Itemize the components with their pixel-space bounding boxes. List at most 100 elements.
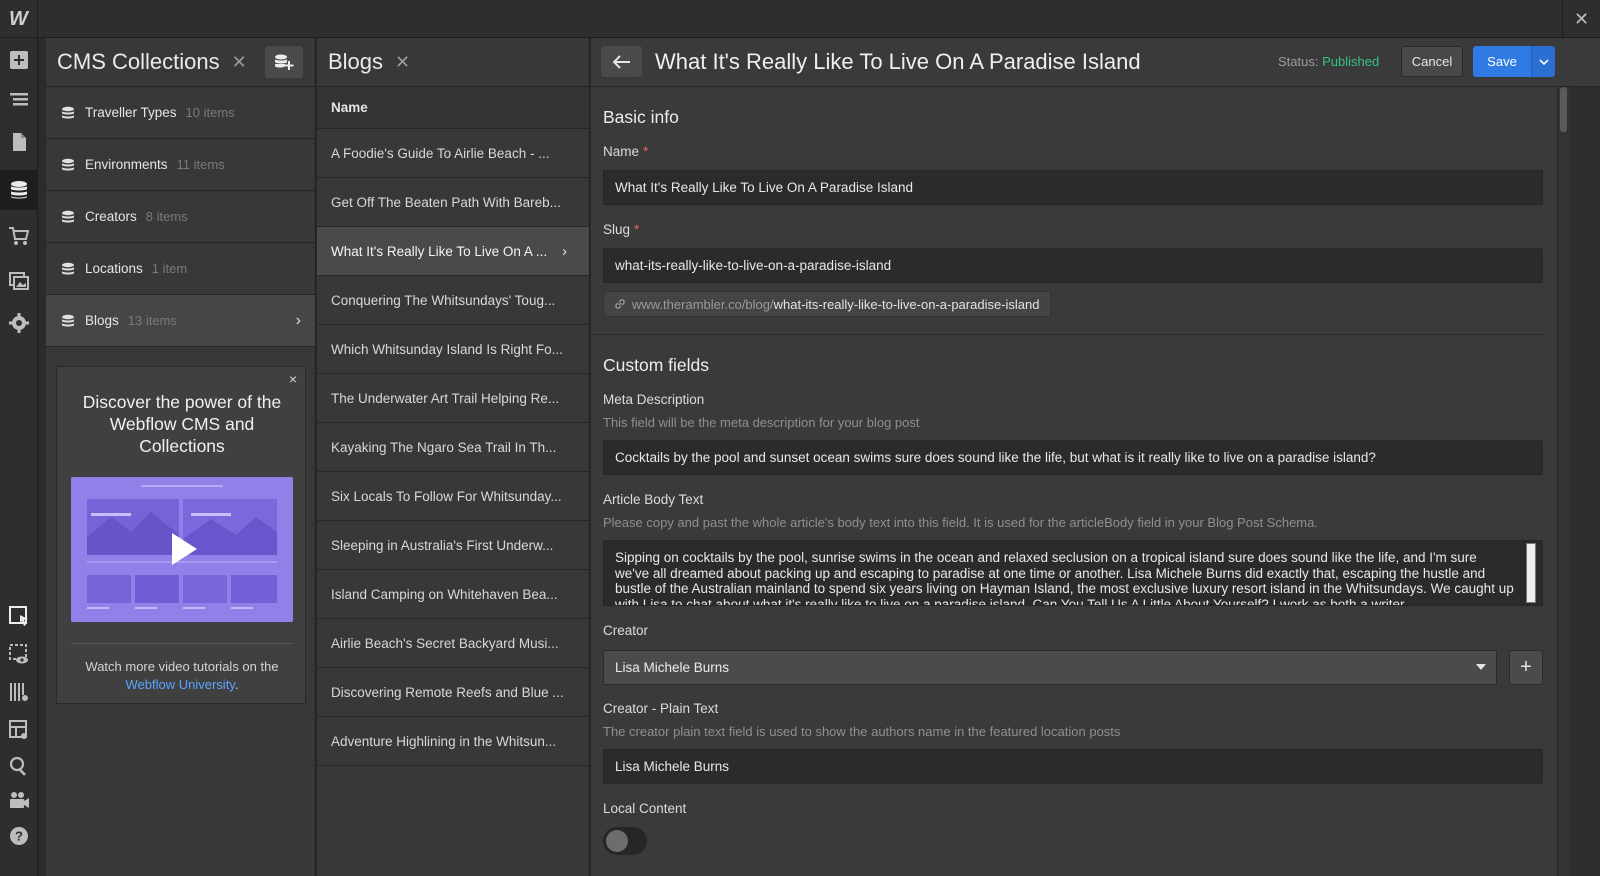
- list-item[interactable]: Airlie Beach's Secret Backyard Musi...: [317, 619, 589, 668]
- collection-item-locations[interactable]: Locations 1 item: [46, 243, 315, 295]
- meta-description-help: This field will be the meta description …: [603, 415, 920, 430]
- promo-text-before: Watch more video tutorials on the: [85, 659, 279, 674]
- left-toolbar: ?: [0, 38, 38, 876]
- list-item[interactable]: Kayaking The Ngaro Sea Trail In Th...: [317, 423, 589, 472]
- meta-description-label: Meta Description: [603, 392, 705, 407]
- collection-count: 13 items: [127, 313, 177, 328]
- help-icon[interactable]: ?: [0, 816, 38, 856]
- collections-header: CMS Collections ✕: [46, 38, 315, 87]
- creator-selected-value: Lisa Michele Burns: [615, 660, 730, 675]
- collection-item-blogs[interactable]: Blogs 13 items ›: [46, 295, 315, 347]
- collection-item-creators[interactable]: Creators 8 items: [46, 191, 315, 243]
- status-text: Status: Published: [1278, 54, 1379, 69]
- video-thumbnail-graphic: [71, 477, 293, 622]
- slug-url-tail: what-its-really-like-to-live-on-a-paradi…: [773, 296, 1040, 312]
- chevron-right-icon: ›: [295, 311, 301, 329]
- slug-url-prefix: www.therambler.co/blog/: [632, 296, 774, 312]
- collection-name: Environments: [85, 157, 168, 172]
- meta-description-field[interactable]: Cocktails by the pool and sunset ocean s…: [603, 440, 1543, 475]
- local-content-toggle[interactable]: [603, 827, 647, 855]
- collection-count: 1 item: [151, 261, 188, 276]
- list-item[interactable]: Six Locals To Follow For Whitsunday...: [317, 472, 589, 521]
- list-item[interactable]: Island Camping on Whitehaven Bea...: [317, 570, 589, 619]
- save-button[interactable]: Save: [1473, 46, 1531, 77]
- webflow-university-link[interactable]: Webflow University: [126, 677, 235, 692]
- scrollbar-thumb[interactable]: [1560, 87, 1567, 132]
- basic-info-heading: Basic info: [603, 107, 679, 127]
- promo-title: Discover the power of the Webflow CMS an…: [82, 392, 282, 456]
- select-icon[interactable]: [0, 596, 38, 636]
- navigator-icon[interactable]: [0, 80, 38, 120]
- article-body-label: Article Body Text: [603, 492, 704, 507]
- assets-icon[interactable]: [0, 260, 38, 300]
- preview-icon[interactable]: [0, 634, 38, 674]
- cancel-button[interactable]: Cancel: [1401, 46, 1463, 77]
- list-item[interactable]: Which Whitsunday Island Is Right Fo...: [317, 325, 589, 374]
- list-item-label: What It's Really Like To Live On A ...: [331, 243, 548, 259]
- slug-url-preview[interactable]: www.therambler.co/blog/what-its-really-l…: [603, 291, 1051, 317]
- collection-item-environments[interactable]: Environments 11 items: [46, 139, 315, 191]
- database-icon: [62, 262, 74, 274]
- svg-text:?: ?: [15, 829, 23, 844]
- blogs-list-panel: Blogs ✕ Name A Foodie's Guide To Airlie …: [317, 38, 590, 876]
- required-mark: *: [643, 144, 649, 159]
- close-designer-button[interactable]: ✕: [1562, 0, 1600, 38]
- collection-name: Locations: [85, 261, 143, 276]
- slug-field[interactable]: what-its-really-like-to-live-on-a-paradi…: [603, 248, 1543, 283]
- creator-select[interactable]: Lisa Michele Burns: [603, 650, 1497, 685]
- local-content-label: Local Content: [603, 801, 687, 816]
- creator-label: Creator: [603, 623, 649, 638]
- pages-icon[interactable]: [0, 122, 38, 162]
- collections-title: CMS Collections: [57, 49, 220, 74]
- required-mark: *: [634, 222, 640, 237]
- list-item[interactable]: Conquering The Whitsundays' Toug...: [317, 276, 589, 325]
- layout-icon[interactable]: [0, 710, 38, 750]
- name-column-header[interactable]: Name: [317, 87, 589, 129]
- save-options-button[interactable]: [1531, 46, 1555, 77]
- status-badge: Published: [1322, 54, 1380, 69]
- article-body-help: Please copy and past the whole article's…: [603, 515, 1318, 530]
- list-item[interactable]: A Foodie's Guide To Airlie Beach - ...: [317, 129, 589, 178]
- slug-label: Slug *: [603, 222, 639, 237]
- name-field[interactable]: What It's Really Like To Live On A Parad…: [603, 170, 1543, 205]
- list-item[interactable]: Get Off The Beaten Path With Bareb...: [317, 178, 589, 227]
- creator-plain-help: The creator plain text field is used to …: [603, 724, 1121, 739]
- webflow-logo[interactable]: W: [0, 0, 38, 38]
- database-icon: [62, 158, 74, 170]
- custom-fields-heading: Custom fields: [603, 355, 710, 375]
- add-icon[interactable]: [0, 40, 38, 80]
- collection-count: 8 items: [145, 209, 188, 224]
- list-item[interactable]: The Underwater Art Trail Helping Re...: [317, 374, 589, 423]
- add-collection-button[interactable]: [265, 46, 303, 78]
- collection-count: 10 items: [185, 105, 235, 120]
- video-icon[interactable]: [0, 780, 38, 820]
- database-icon: [62, 314, 74, 326]
- settings-icon[interactable]: [0, 303, 38, 343]
- ecommerce-icon[interactable]: [0, 216, 38, 256]
- cms-icon[interactable]: [0, 170, 38, 210]
- creator-plain-label: Creator - Plain Text: [603, 701, 719, 716]
- list-item-active[interactable]: What It's Really Like To Live On A ... ›: [317, 227, 589, 276]
- list-item[interactable]: Discovering Remote Reefs and Blue ...: [317, 668, 589, 717]
- article-body-textarea[interactable]: Sipping on cocktails by the pool, sunris…: [603, 540, 1543, 606]
- collection-item-traveller-types[interactable]: Traveller Types 10 items: [46, 87, 315, 139]
- editor-header: What It's Really Like To Live On A Parad…: [591, 38, 1600, 87]
- add-database-icon: [275, 54, 294, 70]
- creator-plain-field[interactable]: Lisa Michele Burns: [603, 749, 1543, 784]
- status-label: Status:: [1278, 54, 1323, 69]
- editor-scrollbar[interactable]: [1557, 87, 1569, 876]
- close-promo-button[interactable]: ×: [289, 371, 297, 387]
- close-blogs-button[interactable]: ✕: [395, 52, 410, 73]
- close-collections-button[interactable]: ✕: [232, 52, 247, 73]
- cms-promo-card: × Discover the power of the Webflow CMS …: [56, 366, 306, 704]
- list-item[interactable]: Adventure Highlining in the Whitsun...: [317, 717, 589, 766]
- list-item[interactable]: Sleeping in Australia's First Underw...: [317, 521, 589, 570]
- blogs-title: Blogs: [328, 49, 384, 74]
- promo-footer-text: Watch more video tutorials on the Webflo…: [67, 658, 297, 694]
- promo-video-thumbnail[interactable]: [71, 477, 293, 622]
- textarea-scrollbar[interactable]: [1526, 543, 1536, 603]
- link-icon: [615, 299, 625, 309]
- back-button[interactable]: [601, 46, 642, 77]
- add-creator-button[interactable]: +: [1509, 650, 1543, 685]
- grid-icon[interactable]: [0, 672, 38, 712]
